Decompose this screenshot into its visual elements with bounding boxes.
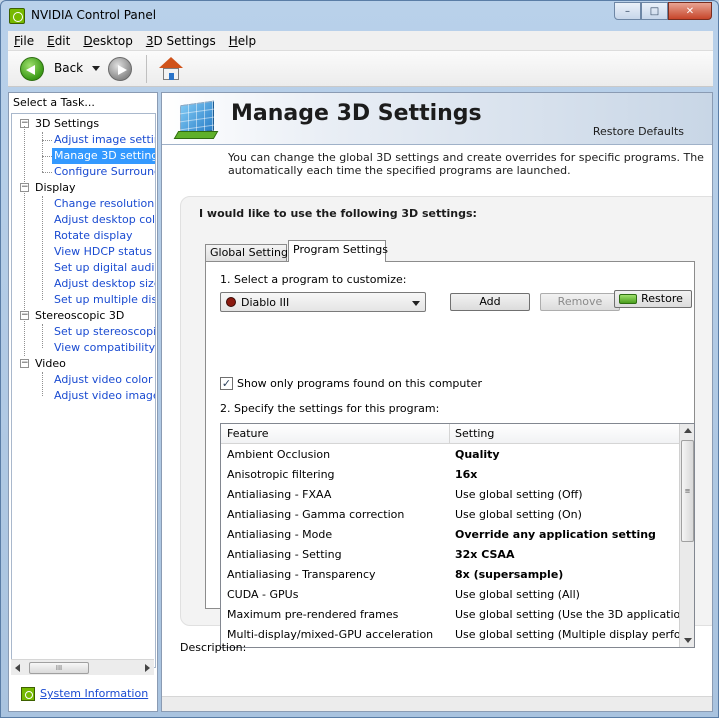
menu-file[interactable]: File xyxy=(14,34,34,48)
setting-cell[interactable]: Quality xyxy=(455,448,679,461)
main-pane: Manage 3D Settings Restore Defaults You … xyxy=(161,92,713,712)
setting-cell[interactable]: Use global setting (On) xyxy=(455,508,679,521)
page-intro-text: You can change the global 3D settings an… xyxy=(228,151,708,177)
scroll-thumb[interactable]: ≡ xyxy=(681,440,694,542)
table-row[interactable]: Antialiasing - FXAA Use global setting (O… xyxy=(221,484,681,504)
setting-cell[interactable]: Use global setting (Use the 3D applicati… xyxy=(455,608,679,621)
scroll-up-icon[interactable] xyxy=(684,428,692,433)
step2-label: 2. Specify the settings for this program… xyxy=(220,402,440,415)
step1-label: 1. Select a program to customize: xyxy=(220,273,407,286)
list-header: Feature Setting xyxy=(221,424,681,444)
show-only-found-label[interactable]: Show only programs found on this compute… xyxy=(237,377,482,390)
home-icon[interactable] xyxy=(158,56,184,82)
settings-group-title: I would like to use the following 3D set… xyxy=(199,207,477,220)
feature-cell: Antialiasing - Transparency xyxy=(227,568,376,581)
scroll-left-icon[interactable] xyxy=(15,664,20,672)
feature-cell: Antialiasing - Gamma correction xyxy=(227,508,405,521)
feature-cell: Antialiasing - FXAA xyxy=(227,488,332,501)
table-row[interactable]: Antialiasing - Setting 32x CSAA xyxy=(221,544,681,564)
main-pane-bottom-bar xyxy=(162,696,712,711)
title-bar[interactable]: NVIDIA Control Panel – □ ✕ xyxy=(1,1,718,31)
program-settings-list[interactable]: Feature Setting Ambient Occlusion Quality… xyxy=(220,423,695,648)
add-button[interactable]: Add xyxy=(450,293,530,311)
nvidia-app-icon xyxy=(9,8,25,24)
menu-edit[interactable]: Edit xyxy=(47,34,70,48)
table-row[interactable]: Anisotropic filtering 16x xyxy=(221,464,681,484)
feature-cell: CUDA - GPUs xyxy=(227,588,299,601)
tree-category-3d-settings[interactable]: − 3D Settings xyxy=(12,116,155,132)
task-pane: Select a Task... − 3D Settings Adjust im… xyxy=(8,92,158,712)
window-title: NVIDIA Control Panel xyxy=(31,8,157,22)
table-row[interactable]: Maximum pre-rendered frames Use global se… xyxy=(221,604,681,624)
remove-button[interactable]: Remove xyxy=(540,293,620,311)
minimize-button[interactable]: – xyxy=(614,2,641,20)
table-row[interactable]: Antialiasing - Transparency 8x (supersamp… xyxy=(221,564,681,584)
setting-cell[interactable]: 32x CSAA xyxy=(455,548,679,561)
close-button[interactable]: ✕ xyxy=(668,2,712,20)
table-row[interactable]: Antialiasing - Gamma correction Use globa… xyxy=(221,504,681,524)
caption-buttons: – □ ✕ xyxy=(614,2,712,20)
toolbar: Back xyxy=(8,51,713,87)
setting-cell[interactable]: 8x (supersample) xyxy=(455,568,679,581)
scroll-down-icon[interactable] xyxy=(684,638,692,643)
chevron-down-icon xyxy=(412,301,420,306)
page-banner: Manage 3D Settings Restore Defaults xyxy=(162,93,712,145)
task-tree[interactable]: − 3D Settings Adjust image settings with… xyxy=(11,113,156,668)
setting-cell[interactable]: Use global setting (Multiple display per… xyxy=(455,628,679,641)
collapse-icon[interactable]: − xyxy=(20,359,29,368)
menu-bar: File Edit Desktop 3D Settings Help xyxy=(8,31,713,51)
tab-global-settings[interactable]: Global Settings xyxy=(205,244,294,262)
column-header-setting[interactable]: Setting xyxy=(455,427,494,440)
description-label: Description: xyxy=(180,641,247,654)
nvidia-restore-icon xyxy=(619,294,637,304)
feature-cell: Antialiasing - Mode xyxy=(227,528,333,541)
back-arrow-icon[interactable] xyxy=(20,57,44,81)
tree-category-video[interactable]: − Video xyxy=(12,356,155,372)
scroll-thumb[interactable]: III xyxy=(29,662,89,674)
nvidia-control-panel-window: NVIDIA Control Panel – □ ✕ File Edit Des… xyxy=(0,0,719,718)
menu-desktop[interactable]: Desktop xyxy=(83,34,133,48)
back-button-label[interactable]: Back xyxy=(54,61,83,75)
program-settings-panel: 1. Select a program to customize: Diablo… xyxy=(205,261,695,648)
3d-cube-icon xyxy=(173,97,220,141)
setting-cell[interactable]: Override any application setting xyxy=(455,528,679,541)
forward-arrow-icon[interactable] xyxy=(108,57,132,81)
feature-cell: Anisotropic filtering xyxy=(227,468,335,481)
tab-program-settings[interactable]: Program Settings xyxy=(288,240,388,262)
feature-cell: Maximum pre-rendered frames xyxy=(227,608,399,621)
feature-cell: Multi-display/mixed-GPU acceleration xyxy=(227,628,434,641)
restore-button[interactable]: Restore xyxy=(614,290,692,308)
feature-cell: Ambient Occlusion xyxy=(227,448,331,461)
list-vertical-scrollbar[interactable]: ≡ xyxy=(679,424,694,647)
tree-category-display[interactable]: − Display xyxy=(12,180,155,196)
task-pane-heading: Select a Task... xyxy=(13,96,95,109)
collapse-icon[interactable]: − xyxy=(20,183,29,192)
page-title: Manage 3D Settings xyxy=(231,101,482,126)
column-header-feature[interactable]: Feature xyxy=(227,427,269,440)
task-tree-horizontal-scrollbar[interactable]: III xyxy=(11,659,154,675)
menu-help[interactable]: Help xyxy=(229,34,256,48)
table-row[interactable]: CUDA - GPUs Use global setting (All) xyxy=(221,584,681,604)
collapse-icon[interactable]: − xyxy=(20,311,29,320)
table-row[interactable]: Multi-display/mixed-GPU acceleration Use … xyxy=(221,624,681,644)
toolbar-separator xyxy=(146,55,147,83)
table-row[interactable]: Ambient Occlusion Quality xyxy=(221,444,681,464)
scroll-right-icon[interactable] xyxy=(145,664,150,672)
back-history-dropdown-icon[interactable] xyxy=(92,66,100,71)
show-only-found-checkbox[interactable]: ✓ xyxy=(220,377,233,390)
table-row[interactable]: Antialiasing - Mode Override any applicat… xyxy=(221,524,681,544)
setting-cell[interactable]: Use global setting (Off) xyxy=(455,488,679,501)
tree-category-stereoscopic-3d[interactable]: − Stereoscopic 3D xyxy=(12,308,155,324)
settings-group: I would like to use the following 3D set… xyxy=(180,196,712,648)
setting-cell[interactable]: Use global setting (All) xyxy=(455,588,679,601)
restore-defaults-link[interactable]: Restore Defaults xyxy=(593,125,684,138)
menu-3d-settings[interactable]: 3D Settings xyxy=(146,34,216,48)
diablo-program-icon xyxy=(226,297,236,307)
maximize-button[interactable]: □ xyxy=(641,2,668,20)
setting-cell[interactable]: 16x xyxy=(455,468,679,481)
feature-cell: Antialiasing - Setting xyxy=(227,548,342,561)
nvidia-info-icon xyxy=(21,687,35,701)
program-select[interactable]: Diablo III xyxy=(220,292,426,312)
